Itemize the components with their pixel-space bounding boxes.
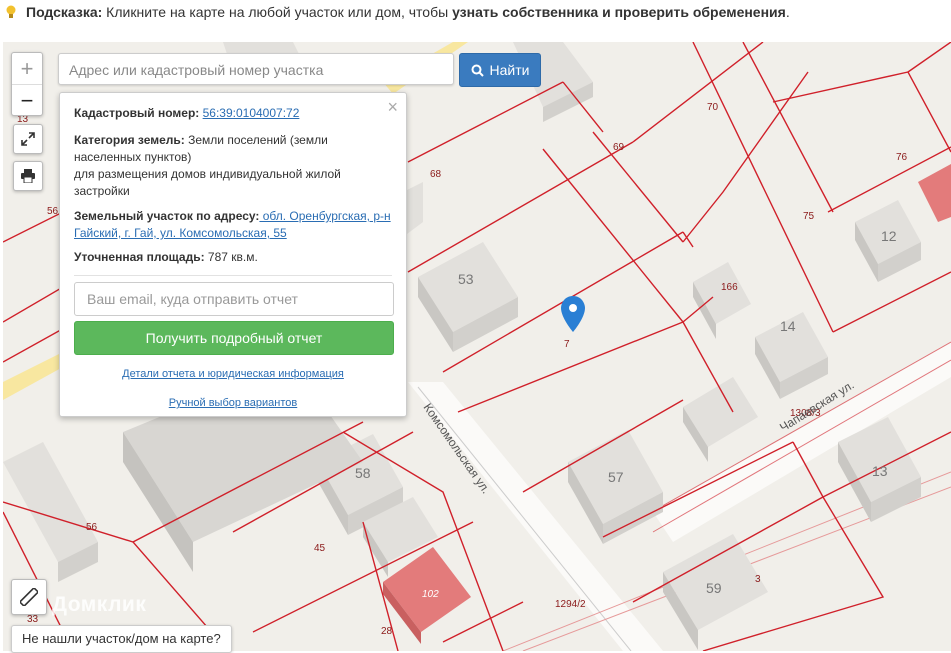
- parcel-label: 7: [564, 339, 570, 350]
- cadastral-label: Кадастровый номер:: [74, 106, 200, 120]
- category-label: Категория земель:: [74, 133, 185, 147]
- address-link[interactable]: Гайский, г. Гай, ул. Комсомольская, 55: [74, 226, 287, 240]
- parcel-label: 70: [707, 102, 719, 113]
- printer-icon: [21, 169, 35, 183]
- manual-link-row: Ручной выбор вариантов: [60, 397, 406, 409]
- area-row: Уточненная площадь: 787 кв.м.: [74, 249, 392, 266]
- hint-body: Кликните на карте на любой участок или д…: [102, 4, 453, 20]
- building-label: 59: [706, 580, 722, 596]
- expand-icon: [21, 132, 35, 146]
- building-label: 58: [355, 465, 371, 481]
- building-label: 13: [872, 463, 888, 479]
- area-value: 787 кв.м.: [204, 250, 258, 264]
- zoom-control: + −: [11, 52, 43, 116]
- lightbulb-icon: [6, 5, 16, 18]
- category-value: застройки: [74, 184, 130, 198]
- parcel-label: 28: [381, 626, 393, 637]
- area-label: Уточненная площадь:: [74, 250, 205, 264]
- search-button-label: Найти: [489, 62, 530, 78]
- hint-emphasis: узнать собственника и проверить обремене…: [452, 4, 786, 20]
- building-label: 53: [458, 271, 474, 287]
- parcel-label: 45: [314, 543, 326, 554]
- cadastral-row: Кадастровый номер: 56:39:0104007:72: [74, 105, 392, 122]
- details-link-row: Детали отчета и юридическая информация: [60, 368, 406, 380]
- print-button[interactable]: [13, 161, 43, 191]
- fullscreen-button[interactable]: [13, 124, 43, 154]
- parcel-label: 3: [755, 574, 761, 585]
- hint-suffix: .: [785, 4, 790, 20]
- ruler-button[interactable]: [11, 579, 47, 615]
- manual-selection-link[interactable]: Ручной выбор вариантов: [169, 397, 297, 409]
- parcel-label: 56: [86, 522, 98, 533]
- category-value: для размещения домов индивидуальной жило…: [74, 167, 341, 181]
- email-field[interactable]: Ваш email, куда отправить отчет: [74, 282, 394, 316]
- parcel-label: 76: [896, 152, 908, 163]
- building-166: [693, 262, 751, 339]
- address-row: Земельный участок по адресу: обл. Оренбу…: [74, 208, 392, 242]
- address-label: Земельный участок по адресу:: [74, 209, 260, 223]
- parcel-label: 69: [613, 142, 625, 153]
- parcel-label: 1294/2: [555, 599, 586, 610]
- zoom-out-button[interactable]: −: [12, 84, 42, 116]
- building-label: 102: [422, 589, 439, 600]
- category-row: Категория земель: Земли поселений (земли…: [74, 132, 392, 200]
- divider: [74, 275, 392, 276]
- parcel-label: 166: [721, 282, 738, 293]
- zoom-in-button[interactable]: +: [12, 53, 42, 84]
- parcel-info-popup: × Кадастровый номер: 56:39:0104007:72 Ка…: [59, 92, 407, 417]
- search-input[interactable]: Адрес или кадастровый номер участка: [58, 53, 454, 85]
- hint-text: Подсказка: Кликните на карте на любой уч…: [26, 4, 790, 20]
- building-label: 12: [881, 228, 897, 244]
- category-value: Земли поселений (земли: [184, 133, 328, 147]
- building-label: 57: [608, 469, 624, 485]
- building-label: 14: [780, 318, 796, 334]
- watermark: Домклик: [52, 593, 147, 616]
- parcel-label: 68: [430, 169, 442, 180]
- building-right-red: [918, 164, 951, 222]
- search-icon: [471, 64, 484, 77]
- category-value: населенных пунктов): [74, 150, 192, 164]
- search-button[interactable]: Найти: [459, 53, 541, 87]
- location-marker-icon[interactable]: [561, 296, 585, 332]
- parcel-label: 33: [27, 614, 39, 625]
- building-left: [3, 442, 98, 582]
- cadastral-number-link[interactable]: 56:39:0104007:72: [203, 106, 300, 120]
- report-details-link[interactable]: Детали отчета и юридическая информация: [122, 368, 344, 380]
- parcel-label: 56: [47, 206, 59, 217]
- hint-bar: Подсказка: Кликните на карте на любой уч…: [0, 0, 951, 42]
- address-link[interactable]: обл. Оренбургская, р-н: [259, 209, 391, 223]
- get-report-button[interactable]: Получить подробный отчет: [74, 321, 394, 355]
- building-57: [568, 430, 663, 544]
- hint-prefix: Подсказка:: [26, 4, 103, 20]
- ruler-icon: [20, 588, 38, 606]
- not-found-button[interactable]: Не нашли участок/дом на карте?: [11, 625, 232, 653]
- parcel-label: 75: [803, 211, 815, 222]
- building-53: [418, 242, 518, 352]
